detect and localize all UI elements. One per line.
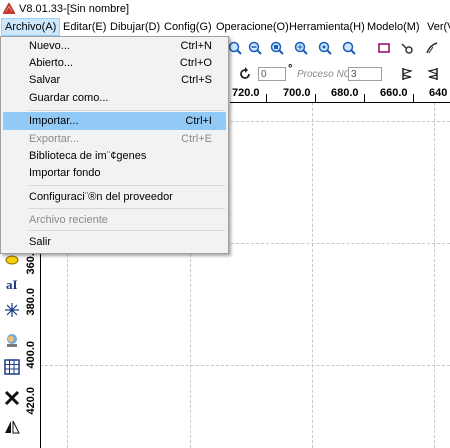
menu-item-exportar[interactable]: Exportar... Ctrl+E <box>3 130 226 148</box>
menu-item-label: Importar fondo <box>29 167 101 179</box>
menu-editar[interactable]: Editar(E) <box>60 18 109 36</box>
rotate-icon[interactable] <box>236 65 254 83</box>
menu-item-label: Exportar... <box>29 133 80 145</box>
menu-item-label: Archivo reciente <box>29 214 108 226</box>
menu-config[interactable]: Config(G) <box>161 18 215 36</box>
mirror-icon[interactable] <box>2 417 22 437</box>
zoom-page-icon[interactable] <box>268 39 286 57</box>
menu-separator <box>29 208 225 209</box>
pen-draw-icon[interactable] <box>423 39 441 57</box>
ruler-label: 640 <box>429 87 448 99</box>
menu-item-importar-fondo[interactable]: Importar fondo <box>3 164 226 182</box>
delete-icon[interactable] <box>2 388 22 408</box>
ruler-tick <box>413 94 414 102</box>
menu-item-salvar[interactable]: Salvar Ctrl+S <box>3 71 226 89</box>
menu-item-salir[interactable]: Salir <box>3 233 226 251</box>
menu-item-label: Nuevo... <box>29 40 70 52</box>
grid-line <box>434 103 435 448</box>
menu-item-archivo-reciente[interactable]: Archivo reciente <box>3 211 226 229</box>
menu-item-label: Guardar como... <box>29 92 109 104</box>
menu-operacione[interactable]: Operacione(O) <box>213 18 292 36</box>
menu-item-label: Importar... <box>29 115 79 127</box>
process-number-input[interactable]: 3 <box>348 67 382 81</box>
ruler-label: 680.0 <box>331 87 359 99</box>
grid-line <box>312 103 313 448</box>
node-edit-icon[interactable] <box>398 39 416 57</box>
menu-dibujar[interactable]: Dibujar(D) <box>107 18 163 36</box>
ruler-label: 660.0 <box>380 87 408 99</box>
bitmap-tool-icon[interactable] <box>2 330 22 350</box>
menu-archivo[interactable]: Archivo(A) <box>1 18 61 36</box>
menu-item-configuracion-proveedor[interactable]: Configuraci¨®n del proveedor <box>3 188 226 206</box>
menu-item-shortcut: Ctrl+N <box>180 40 212 52</box>
zoom-out-icon[interactable] <box>246 39 264 57</box>
menu-item-guardar-como[interactable]: Guardar como... <box>3 89 226 107</box>
main-toolbar <box>228 36 450 62</box>
window-title: V8.01.33-[Sin nombre] <box>19 3 130 15</box>
horizontal-ruler: 720.0 700.0 680.0 660.0 640 <box>230 86 450 103</box>
star-tool-icon[interactable] <box>2 300 22 320</box>
flag-reverse-icon[interactable] <box>424 65 442 83</box>
ruler-label: 700.0 <box>283 87 311 99</box>
menu-bar: Archivo(A) Editar(E) Dibujar(D) Config(G… <box>0 18 450 37</box>
ruler-label: 400.0 <box>25 341 37 369</box>
ruler-tick <box>315 94 316 102</box>
menu-item-shortcut: Ctrl+S <box>181 74 212 86</box>
title-bar: V8.01.33-[Sin nombre] <box>0 0 450 18</box>
ruler-label: 420.0 <box>25 387 37 415</box>
menu-separator <box>29 230 225 231</box>
menu-item-biblioteca[interactable]: Biblioteca de im¨¢genes <box>3 147 226 165</box>
ruler-label: 380.0 <box>25 288 37 316</box>
menu-ver[interactable]: Ver(V) <box>424 18 450 36</box>
menu-item-shortcut: Ctrl+O <box>179 57 212 69</box>
ruler-tick <box>364 94 365 102</box>
menu-modelo[interactable]: Modelo(M) <box>364 18 423 36</box>
menu-separator <box>29 185 225 186</box>
menu-item-label: Abierto... <box>29 57 74 69</box>
ruler-label: 720.0 <box>232 87 260 99</box>
flag-icon[interactable] <box>398 65 416 83</box>
ruler-tick <box>266 94 267 102</box>
menu-item-shortcut: Ctrl+E <box>181 133 212 145</box>
menu-item-nuevo[interactable]: Nuevo... Ctrl+N <box>3 37 226 55</box>
archivo-menu: Nuevo... Ctrl+N Abierto... Ctrl+O Salvar… <box>0 36 229 254</box>
menu-item-shortcut: Ctrl+I <box>185 115 212 127</box>
menu-item-label: Biblioteca de im¨¢genes <box>29 150 147 162</box>
svg-text:aI: aI <box>6 277 18 292</box>
process-toolbar: 0 ° Proceso NO: 3 <box>230 62 450 86</box>
app-logo-icon <box>3 3 15 14</box>
array-tool-icon[interactable] <box>2 357 22 377</box>
vertical-ruler: 360.0 380.0 400.0 420.0 <box>24 245 41 448</box>
menu-separator <box>29 110 225 111</box>
menu-item-abierto[interactable]: Abierto... Ctrl+O <box>3 54 226 72</box>
menu-item-label: Configuraci¨®n del proveedor <box>29 191 173 203</box>
text-tool-icon[interactable]: aI <box>2 274 22 294</box>
process-label: Proceso NO: <box>297 69 355 80</box>
degree-symbol: ° <box>288 63 293 75</box>
zoom-select-icon[interactable] <box>316 39 334 57</box>
zoom-fit-icon[interactable] <box>340 39 358 57</box>
menu-herramienta[interactable]: Herramienta(H) <box>286 18 368 36</box>
grid-line <box>40 365 450 366</box>
angle-input[interactable]: 0 <box>258 67 286 81</box>
left-toolbar: aI <box>0 245 24 448</box>
rectangle-select-icon[interactable] <box>375 39 393 57</box>
zoom-window-icon[interactable] <box>292 39 310 57</box>
menu-item-importar[interactable]: Importar... Ctrl+I <box>3 112 226 130</box>
menu-item-label: Salir <box>29 236 52 248</box>
menu-item-label: Salvar <box>29 74 61 86</box>
